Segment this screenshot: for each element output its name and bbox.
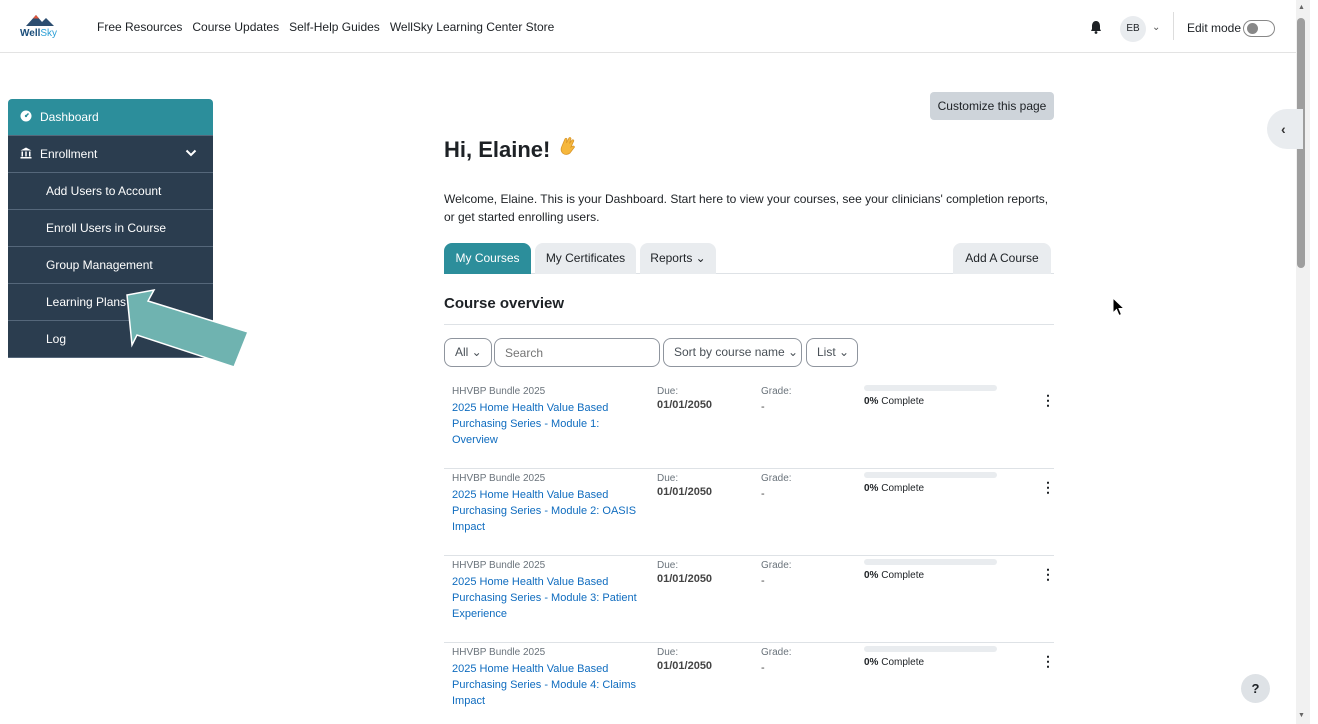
- drawer-toggle-button[interactable]: ‹: [1267, 109, 1303, 149]
- chevron-down-icon[interactable]: ⌄: [1152, 22, 1160, 33]
- page-title: Hi, Elaine!: [444, 135, 578, 163]
- mouse-cursor-icon: [1112, 297, 1126, 317]
- nav-store[interactable]: WellSky Learning Center Store: [390, 20, 555, 34]
- due-date: 01/01/2050: [657, 486, 713, 498]
- progress-text: 0% Complete: [864, 570, 925, 581]
- due-date: 01/01/2050: [657, 660, 713, 672]
- grouping-dropdown[interactable]: All ⌄: [444, 338, 492, 367]
- course-name-link[interactable]: 2025 Home Health Value Based Purchasing …: [452, 487, 642, 535]
- grade-value: -: [761, 401, 765, 413]
- sidebar-item-group-management[interactable]: Group Management: [8, 247, 213, 284]
- top-navbar: WellSky Free Resources Course Updates Se…: [0, 0, 1296, 53]
- course-category: HHVBP Bundle 2025: [452, 647, 546, 658]
- tab-reports[interactable]: Reports ⌄: [640, 243, 716, 274]
- more-options-icon[interactable]: ⋮: [1041, 653, 1055, 670]
- sort-dropdown[interactable]: Sort by course name ⌄: [663, 338, 802, 367]
- tab-my-courses[interactable]: My Courses: [444, 243, 531, 274]
- chevron-down-icon: [185, 147, 197, 161]
- scroll-up-icon[interactable]: ▲: [1298, 4, 1305, 11]
- course-name-link[interactable]: 2025 Home Health Value Based Purchasing …: [452, 661, 642, 709]
- due-date: 01/01/2050: [657, 399, 713, 411]
- nav-course-updates[interactable]: Course Updates: [192, 20, 279, 34]
- nav-self-help-guides[interactable]: Self-Help Guides: [289, 20, 380, 34]
- course-category: HHVBP Bundle 2025: [452, 473, 546, 484]
- sidebar-item-label: Dashboard: [40, 110, 99, 124]
- help-button[interactable]: ?: [1241, 674, 1270, 703]
- grade-value: -: [761, 488, 765, 500]
- due-label: Due:: [657, 473, 679, 484]
- more-options-icon[interactable]: ⋮: [1041, 566, 1055, 583]
- course-name-link[interactable]: 2025 Home Health Value Based Purchasing …: [452, 400, 642, 448]
- sidebar-item-label: Group Management: [46, 258, 153, 272]
- more-options-icon[interactable]: ⋮: [1041, 479, 1055, 496]
- edit-mode-label: Edit mode: [1187, 21, 1242, 35]
- course-name-link[interactable]: 2025 Home Health Value Based Purchasing …: [452, 574, 642, 622]
- tab-add-a-course[interactable]: Add A Course: [953, 243, 1051, 274]
- customize-page-button[interactable]: Customize this page: [930, 92, 1054, 120]
- course-overview-heading: Course overview: [444, 295, 565, 312]
- nav-free-resources[interactable]: Free Resources: [97, 20, 182, 34]
- annotation-arrow: [126, 288, 249, 368]
- search-input[interactable]: [494, 338, 660, 367]
- sidebar-item-label: Log: [46, 332, 67, 346]
- sidebar-item-label: Enroll Users in Course: [46, 221, 167, 235]
- grade-label: Grade:: [761, 473, 792, 484]
- progress-text: 0% Complete: [864, 483, 925, 494]
- list-item: HHVBP Bundle 2025 2025 Home Health Value…: [444, 469, 1055, 556]
- progress-bar: [864, 385, 997, 391]
- view-dropdown[interactable]: List ⌄: [806, 338, 858, 367]
- sidebar-item-add-users[interactable]: Add Users to Account: [8, 173, 213, 210]
- mountain-icon: [26, 15, 54, 26]
- progress-bar: [864, 646, 997, 652]
- list-item: HHVBP Bundle 2025 2025 Home Health Value…: [444, 556, 1055, 643]
- grade-value: -: [761, 662, 765, 674]
- progress-bar: [864, 472, 997, 478]
- due-label: Due:: [657, 386, 679, 397]
- list-item: HHVBP Bundle 2025 2025 Home Health Value…: [444, 643, 1055, 724]
- due-label: Due:: [657, 647, 679, 658]
- logo-text: WellSky: [20, 28, 58, 39]
- progress-text: 0% Complete: [864, 396, 925, 407]
- course-category: HHVBP Bundle 2025: [452, 560, 546, 571]
- tab-my-certificates[interactable]: My Certificates: [535, 243, 636, 274]
- sidebar-item-enrollment[interactable]: Enrollment: [8, 136, 213, 173]
- sidebar-item-label: Enrollment: [40, 147, 98, 161]
- scroll-down-icon[interactable]: ▼: [1298, 712, 1305, 719]
- chevron-left-icon: ‹: [1281, 121, 1286, 137]
- course-category: HHVBP Bundle 2025: [452, 386, 546, 397]
- divider: [444, 324, 1054, 325]
- due-date: 01/01/2050: [657, 573, 713, 585]
- due-label: Due:: [657, 560, 679, 571]
- grade-label: Grade:: [761, 647, 792, 658]
- grade-value: -: [761, 575, 765, 587]
- edit-mode-toggle[interactable]: [1243, 20, 1275, 37]
- dashboard-tabs: My Courses My Certificates Reports ⌄ Add…: [444, 243, 1054, 274]
- dashboard-icon: [18, 110, 34, 125]
- user-avatar[interactable]: EB: [1120, 16, 1146, 42]
- divider: [1173, 12, 1174, 40]
- primary-nav: Free Resources Course Updates Self-Help …: [97, 20, 564, 34]
- waving-hand-icon: [556, 135, 578, 163]
- grade-label: Grade:: [761, 386, 792, 397]
- sidebar-item-label: Add Users to Account: [46, 184, 162, 198]
- welcome-message: Welcome, Elaine. This is your Dashboard.…: [444, 192, 1049, 224]
- grade-label: Grade:: [761, 560, 792, 571]
- wellsky-logo[interactable]: WellSky: [20, 12, 60, 42]
- list-item: HHVBP Bundle 2025 2025 Home Health Value…: [444, 382, 1055, 469]
- bell-icon[interactable]: [1090, 20, 1102, 34]
- progress-text: 0% Complete: [864, 657, 925, 668]
- sidebar-item-dashboard[interactable]: Dashboard: [8, 99, 213, 136]
- sidebar-item-enroll-users[interactable]: Enroll Users in Course: [8, 210, 213, 247]
- progress-bar: [864, 559, 997, 565]
- building-icon: [18, 147, 34, 162]
- greeting-text: Hi, Elaine!: [444, 137, 551, 162]
- more-options-icon[interactable]: ⋮: [1041, 392, 1055, 409]
